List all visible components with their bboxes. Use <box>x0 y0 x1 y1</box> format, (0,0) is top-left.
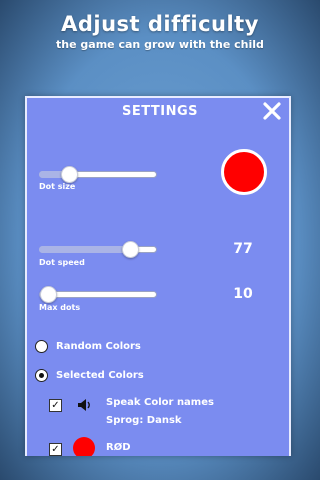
speak-colors-label: Speak Color names <box>106 397 214 408</box>
radio-button[interactable] <box>35 368 48 382</box>
dot-speed-slider[interactable] <box>39 241 157 258</box>
color-swatch <box>73 437 95 456</box>
speak-language[interactable]: Sprog: Dansk <box>106 415 182 426</box>
slider-fill <box>39 246 130 253</box>
selected-colors-option[interactable]: Selected Colors <box>35 367 144 383</box>
radio-label: Selected Colors <box>56 369 144 381</box>
settings-title: SETTINGS <box>121 104 199 119</box>
dot-size-label: Dot size <box>39 182 76 191</box>
dot-speed-value: 77 <box>233 241 253 257</box>
dot-speed-label: Dot speed <box>39 258 85 267</box>
max-dots-value: 10 <box>233 286 253 302</box>
radio-button[interactable] <box>35 339 48 353</box>
dot-size-preview <box>221 149 267 195</box>
speak-colors-checkbox[interactable]: ✓ <box>49 399 62 412</box>
slider-thumb[interactable] <box>60 166 78 183</box>
max-dots-label: Max dots <box>39 303 81 312</box>
page-title: Adjust difficulty <box>61 12 259 36</box>
radio-label: Random Colors <box>56 340 141 352</box>
random-colors-option[interactable]: Random Colors <box>35 338 141 354</box>
speaker-icon <box>78 399 90 411</box>
slider-thumb[interactable] <box>121 241 139 258</box>
dot-size-slider[interactable] <box>39 166 157 183</box>
color-name: RØD <box>106 442 131 453</box>
page-subtitle: the game can grow with the child <box>56 38 264 51</box>
settings-panel: SETTINGS Dot size Dot speed 77 Max dots … <box>25 96 291 456</box>
close-icon[interactable] <box>261 100 283 122</box>
max-dots-slider[interactable] <box>39 286 157 303</box>
color-checkbox[interactable]: ✓ <box>49 443 62 456</box>
slider-thumb[interactable] <box>40 286 58 303</box>
